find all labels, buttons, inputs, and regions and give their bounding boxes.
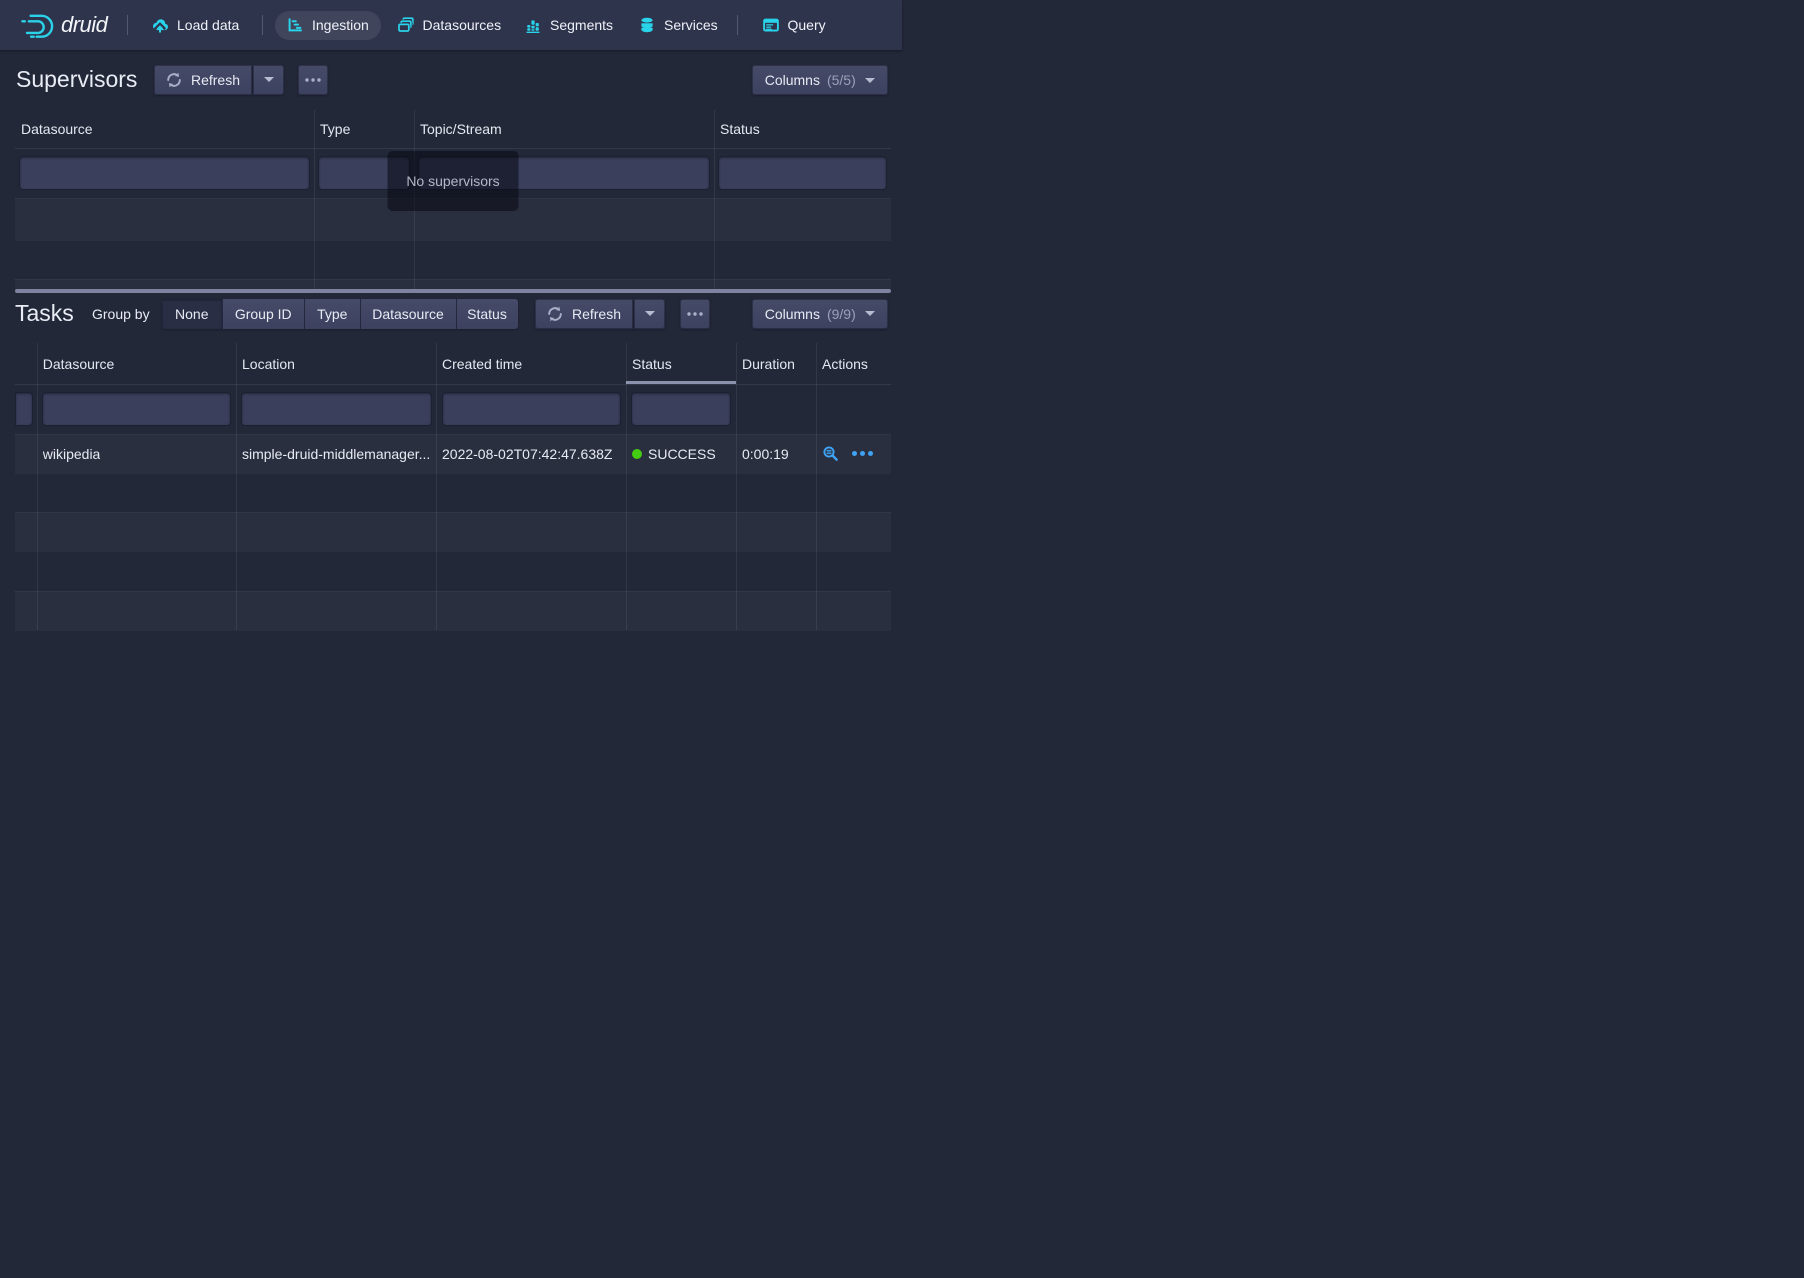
supervisors-title: Supervisors <box>16 66 137 93</box>
task-detail-search-icon[interactable] <box>822 445 839 462</box>
columns-count: (5/5) <box>827 72 856 88</box>
columns-label: Columns <box>765 72 820 88</box>
columns-label: Columns <box>765 306 820 322</box>
supervisors-refresh-group: Refresh <box>154 65 284 95</box>
console-icon <box>763 17 779 33</box>
nav-item-label: Datasources <box>423 17 502 33</box>
group-by-segmented-control: None Group ID Type Datasource Status <box>162 299 518 330</box>
nav-item-datasources[interactable]: Datasources <box>398 0 502 50</box>
druid-logo-icon <box>21 11 54 39</box>
columns-count: (9/9) <box>827 306 856 322</box>
filter-input-datasource[interactable] <box>20 157 309 189</box>
filter-input-status[interactable] <box>632 393 731 425</box>
refresh-label: Refresh <box>191 72 240 88</box>
gantt-chart-icon <box>287 17 303 33</box>
tasks-table-header: Datasource Location Created time Status … <box>15 343 891 384</box>
refresh-icon <box>547 306 563 322</box>
column-header-location[interactable]: Location <box>236 343 436 384</box>
caret-down-icon <box>865 78 875 83</box>
nav-item-label: Services <box>664 17 718 33</box>
more-icon <box>687 312 703 316</box>
nav-item-label: Ingestion <box>312 17 369 33</box>
filter-input-status[interactable] <box>719 157 886 189</box>
navbar: druid Load data Ingestion <box>0 0 902 50</box>
filter-input-datasource[interactable] <box>43 393 231 425</box>
tasks-refresh-button[interactable]: Refresh <box>535 299 633 329</box>
task-actions-cell <box>816 435 891 473</box>
brand-text: druid <box>61 12 107 38</box>
no-data-overlay: No supervisors <box>388 151 519 211</box>
tasks-more-button[interactable] <box>680 299 710 329</box>
group-by-option-datasource[interactable]: Datasource <box>360 299 456 330</box>
column-header-status[interactable]: Status <box>714 110 891 148</box>
column-header-clipped[interactable] <box>15 343 37 384</box>
status-success-dot <box>632 449 642 459</box>
filter-input-created-time[interactable] <box>443 393 621 425</box>
nav-item-services[interactable]: Services <box>639 0 718 50</box>
caret-down-icon <box>264 77 274 82</box>
nav-item-label: Segments <box>550 17 613 33</box>
cloud-upload-icon <box>152 17 168 33</box>
multi-select-icon <box>398 17 414 33</box>
column-header-created-time[interactable]: Created time <box>436 343 626 384</box>
tasks-columns-button[interactable]: Columns (9/9) <box>752 299 888 329</box>
group-by-option-status[interactable]: Status <box>456 299 518 330</box>
caret-down-icon <box>865 311 875 316</box>
column-header-datasource[interactable]: Datasource <box>15 110 314 148</box>
nav-item-load-data[interactable]: Load data <box>152 0 239 50</box>
tasks-refresh-group: Refresh <box>535 299 665 329</box>
group-by-option-none[interactable]: None <box>162 299 222 330</box>
task-location-cell: simple-druid-middlemanager... <box>236 435 436 473</box>
group-by-label: Group by <box>92 306 150 322</box>
column-header-topic-stream[interactable]: Topic/Stream <box>414 110 714 148</box>
task-row-wikipedia[interactable]: wikipedia simple-druid-middlemanager... … <box>15 434 891 473</box>
nav-item-label: Query <box>788 17 826 33</box>
nav-item-query[interactable]: Query <box>763 0 826 50</box>
group-by-option-type[interactable]: Type <box>304 299 360 330</box>
stacked-chart-icon <box>525 17 541 33</box>
filter-input-clipped[interactable] <box>16 393 32 425</box>
column-header-actions[interactable]: Actions <box>816 343 891 384</box>
column-header-type[interactable]: Type <box>314 110 414 148</box>
task-duration-cell: 0:00:19 <box>736 435 816 473</box>
filter-input-location[interactable] <box>242 393 431 425</box>
nav-divider <box>737 15 738 35</box>
empty-row <box>15 591 891 630</box>
database-icon <box>639 17 655 33</box>
nav-divider <box>127 15 128 35</box>
caret-down-icon <box>645 311 655 316</box>
refresh-icon <box>166 72 182 88</box>
task-status-cell: SUCCESS <box>626 435 736 473</box>
brand[interactable]: druid <box>21 0 107 50</box>
task-created-time-cell: 2022-08-02T07:42:47.638Z <box>436 435 626 473</box>
nav-divider <box>262 15 263 35</box>
nav-item-ingestion[interactable]: Ingestion <box>275 11 382 40</box>
horizontal-scrollbar[interactable] <box>15 289 891 293</box>
column-header-status[interactable]: Status <box>626 343 736 384</box>
refresh-label: Refresh <box>572 306 621 322</box>
tasks-refresh-caret-button[interactable] <box>634 299 665 329</box>
column-header-datasource[interactable]: Datasource <box>37 343 236 384</box>
tasks-filter-row <box>15 384 891 434</box>
nav-item-label: Load data <box>177 17 239 33</box>
supervisors-table-header: Datasource Type Topic/Stream Status <box>15 110 891 148</box>
supervisors-columns-button[interactable]: Columns (5/5) <box>752 65 888 95</box>
task-more-actions-icon[interactable] <box>852 451 873 456</box>
more-icon <box>305 78 321 82</box>
empty-row <box>15 279 891 289</box>
column-header-duration[interactable]: Duration <box>736 343 816 384</box>
group-by-option-group-id[interactable]: Group ID <box>222 299 305 330</box>
supervisors-table: Datasource Type Topic/Stream Status No s… <box>15 110 891 293</box>
task-datasource-cell: wikipedia <box>37 435 236 473</box>
supervisors-refresh-button[interactable]: Refresh <box>154 65 252 95</box>
tasks-table: Datasource Location Created time Status … <box>15 343 891 640</box>
empty-row <box>15 512 891 551</box>
tasks-title: Tasks <box>15 300 74 327</box>
supervisors-refresh-caret-button[interactable] <box>253 65 284 95</box>
nav-item-segments[interactable]: Segments <box>525 0 613 50</box>
supervisors-more-button[interactable] <box>298 65 328 95</box>
